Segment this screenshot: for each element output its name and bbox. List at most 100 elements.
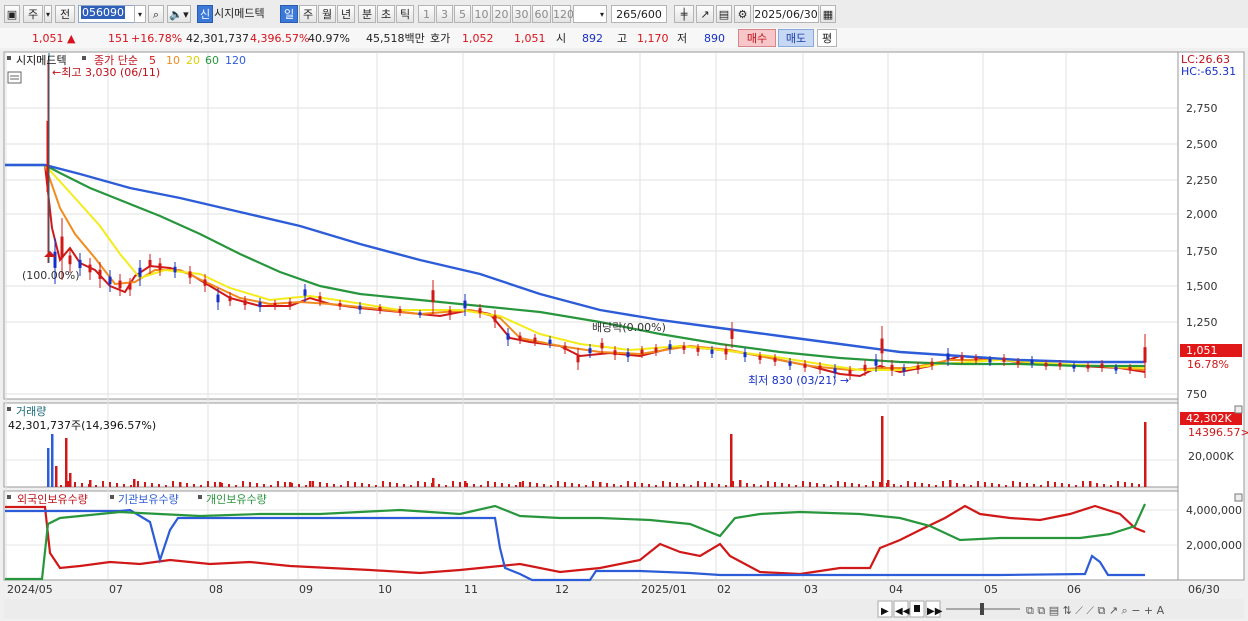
holding-handle-icon[interactable] [7, 495, 11, 499]
volume-bar-small [102, 481, 104, 487]
volume-bar-small [564, 482, 566, 487]
holding-y-tick-low: 2,000,000 [1186, 539, 1242, 552]
volume-bar-small [1047, 481, 1049, 487]
x-axis-label: 09 [299, 583, 313, 596]
candle-body [463, 300, 467, 309]
volume-bar [309, 481, 312, 487]
volume-bar-small [319, 482, 321, 487]
candle-body [216, 294, 220, 303]
period-select[interactable]: 주 [23, 5, 43, 23]
period-tab-minute[interactable]: 분 [358, 5, 376, 23]
legend-ma-60: 60 [205, 54, 219, 67]
volume-bar-small [578, 484, 580, 487]
layout-icons[interactable]: ⧉ ⧉ ▤ ⇅ ⟋ ⟋ ⧉ ↗ ⌕ − + A [1026, 604, 1165, 617]
volume-bar [133, 479, 136, 487]
calendar-icon[interactable]: ▦ [820, 5, 836, 23]
interval-10[interactable]: 10 [472, 5, 491, 23]
interval-120[interactable]: 120 [552, 5, 574, 23]
holding-panel[interactable] [3, 490, 1179, 581]
draw-tools-icon[interactable]: ↗ [696, 5, 714, 23]
volume-bar-small [921, 483, 923, 487]
gear-icon[interactable]: ⚙ [734, 5, 751, 23]
interval-1[interactable]: 1 [418, 5, 435, 23]
volume-bar-small [641, 483, 643, 487]
interval-5[interactable]: 5 [454, 5, 471, 23]
period-tab-year[interactable]: 년 [337, 5, 355, 23]
volume-bar-small [837, 481, 839, 487]
sell-button[interactable]: 매도 [778, 29, 814, 47]
volume-panel[interactable] [3, 402, 1179, 488]
period-tab-day[interactable]: 일 [280, 5, 298, 23]
volume-bar-small [123, 484, 125, 487]
volume-bar-small [655, 485, 657, 487]
volume-bar-small [942, 481, 944, 487]
candle-body [273, 303, 277, 307]
zoom-slider-handle[interactable] [980, 603, 984, 615]
volume-bar-small [144, 482, 146, 487]
interval-60[interactable]: 60 [532, 5, 551, 23]
speaker-icon[interactable]: 🔈▾ [167, 5, 191, 23]
trade-amount: 45,518백만 [366, 32, 425, 45]
volume-handle-icon[interactable] [7, 407, 11, 411]
period-tab-tick[interactable]: 틱 [396, 5, 414, 23]
volume-bar-small [1068, 484, 1070, 487]
interval-30[interactable]: 30 [512, 5, 531, 23]
scope-select[interactable]: 전 [55, 5, 75, 23]
turnover-rate: 40.97% [308, 32, 350, 45]
period-tab-month[interactable]: 월 [318, 5, 336, 23]
stock-chart[interactable]: 2,7502,5002,2502,0001,7501,5001,250750 시… [0, 48, 1248, 621]
volume-bar-small [711, 483, 713, 487]
volume-bar-small [900, 485, 902, 487]
volume-bar-small [1019, 482, 1021, 487]
volume-bar-small [487, 481, 489, 487]
interval-custom-select[interactable]: ▾ [573, 5, 607, 23]
volume-bar-small [172, 481, 174, 487]
candle-body [758, 355, 762, 360]
candle-body [398, 309, 402, 313]
indicator-list-icon[interactable] [7, 71, 22, 84]
volume-bar-small [774, 482, 776, 487]
x-axis-label: 11 [464, 583, 478, 596]
period-tab-week[interactable]: 주 [299, 5, 317, 23]
count-input[interactable]: 265/600 [611, 5, 667, 23]
volume-bar-small [648, 484, 650, 487]
ma-handle-icon[interactable] [82, 56, 86, 60]
code-dropdown-icon[interactable]: ▾ [134, 5, 146, 23]
interval-20[interactable]: 20 [492, 5, 511, 23]
interval-3[interactable]: 3 [436, 5, 453, 23]
volume-bar-small [872, 481, 874, 487]
period-tab-second[interactable]: 초 [377, 5, 395, 23]
search-icon[interactable]: ⌕ [148, 5, 164, 23]
svg-text:▶▶: ▶▶ [927, 606, 943, 617]
average-button[interactable]: 평 [817, 29, 837, 47]
save-icon[interactable]: ▤ [716, 5, 732, 23]
low-label: 저 [677, 32, 688, 45]
x-axis-label: 2025/01 [641, 583, 687, 596]
candle-body [668, 344, 672, 350]
volume-bar-small [515, 485, 517, 487]
candle-body [188, 271, 192, 278]
volume-bar-small [928, 484, 930, 487]
volume-bar-small [368, 484, 370, 487]
window-menu-icon[interactable]: ▣ [4, 5, 20, 23]
candle-body [448, 310, 452, 316]
volume-bar-small [256, 483, 258, 487]
candle-body [478, 308, 482, 314]
buy-button[interactable]: 매수 [738, 29, 776, 47]
volume-bar-small [739, 482, 741, 487]
volume-bar-small [662, 481, 664, 487]
volume-close-icon[interactable] [1234, 405, 1243, 414]
svg-text:▶: ▶ [881, 606, 889, 617]
candle-type-icon[interactable]: ╪ [674, 5, 694, 23]
date-input[interactable]: 2025/06/30 [753, 5, 819, 23]
period-dropdown-icon[interactable]: ▾ [44, 5, 52, 23]
price-y-tick: 1,250 [1186, 316, 1218, 329]
stock-code-input[interactable]: 056090 [78, 5, 136, 23]
panel-handle-icon[interactable] [7, 56, 11, 60]
candle-body [916, 365, 920, 370]
volume-bar-small [1075, 485, 1077, 487]
legend-individual: 개인보유수량 [206, 493, 267, 506]
pct-tag-text: 16.78% [1187, 358, 1229, 371]
holding-close-icon[interactable] [1234, 493, 1243, 502]
volume-bar-small [998, 484, 1000, 487]
